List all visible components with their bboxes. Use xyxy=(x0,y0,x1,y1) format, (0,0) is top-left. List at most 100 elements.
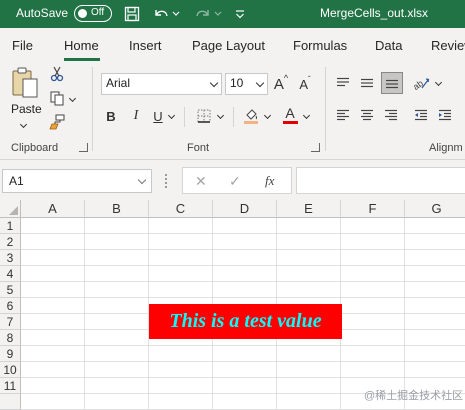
bottom-align-icon[interactable] xyxy=(381,72,403,94)
borders-dropdown-icon[interactable] xyxy=(216,111,225,120)
paste-label[interactable]: Paste xyxy=(11,102,42,116)
column-header-c[interactable]: C xyxy=(149,200,213,218)
copy-dropdown-icon[interactable] xyxy=(68,94,77,103)
fill-color-icon[interactable] xyxy=(242,105,260,127)
align-right-icon[interactable] xyxy=(381,105,401,125)
watermark: @稀土掘金技术社区 xyxy=(364,390,464,402)
row-header-11[interactable]: 11 xyxy=(0,378,21,394)
file-name: MergeCells_out.xlsx xyxy=(320,6,429,20)
tab-page-layout[interactable]: Page Layout xyxy=(192,38,265,53)
middle-align-icon[interactable] xyxy=(357,73,377,93)
name-box-value: A1 xyxy=(9,174,24,188)
orientation-icon[interactable]: ab xyxy=(410,73,432,93)
increase-font-size-button[interactable]: A ^ xyxy=(271,73,291,95)
formula-buttons: ✕ ✓ fx xyxy=(182,167,292,194)
caret-up-icon: ^ xyxy=(283,73,289,83)
merged-cell[interactable]: This is a test value xyxy=(149,304,342,339)
top-align-icon[interactable] xyxy=(333,73,353,93)
font-size-select[interactable]: 10 xyxy=(225,73,268,95)
row-header-6[interactable]: 6 xyxy=(0,298,21,314)
clipboard-group-label: Clipboard xyxy=(11,142,59,154)
row-header-9[interactable]: 9 xyxy=(0,346,21,362)
borders-icon[interactable] xyxy=(195,106,213,126)
shrink-font-glyph: A xyxy=(299,76,308,92)
insert-function-button[interactable]: fx xyxy=(265,173,274,189)
font-color-button[interactable]: A xyxy=(281,104,299,126)
tab-formulas[interactable]: Formulas xyxy=(293,38,347,53)
cut-icon[interactable] xyxy=(48,65,66,83)
column-header-g[interactable]: G xyxy=(405,200,465,218)
row-header-8[interactable]: 8 xyxy=(0,330,21,346)
row-header-7[interactable]: 7 xyxy=(0,314,21,330)
formula-bar: A1 ✕ ✓ fx xyxy=(0,160,465,200)
tab-data[interactable]: Data xyxy=(375,38,402,53)
enter-icon[interactable]: ✓ xyxy=(229,173,241,190)
font-color-glyph: A xyxy=(285,105,295,121)
tab-file[interactable]: File xyxy=(12,38,33,53)
save-icon[interactable] xyxy=(121,3,143,25)
ribbon: Paste Clipboard Arial 10 A^ Aˇ B I U A xyxy=(0,61,465,160)
tab-home[interactable]: Home xyxy=(64,38,99,53)
divider xyxy=(184,107,185,127)
row-header-3[interactable]: 3 xyxy=(0,250,21,266)
row-header-12[interactable] xyxy=(0,394,21,410)
svg-text:ab: ab xyxy=(412,78,425,91)
row-header-5[interactable]: 5 xyxy=(0,282,21,298)
row-header-4[interactable]: 4 xyxy=(0,266,21,282)
formula-input[interactable] xyxy=(296,167,465,194)
select-all-icon xyxy=(9,206,18,215)
decrease-indent-icon[interactable] xyxy=(411,105,431,125)
italic-button[interactable]: I xyxy=(126,105,146,127)
resize-handle[interactable] xyxy=(165,174,167,188)
paste-dropdown-icon[interactable] xyxy=(19,120,28,129)
font-color-dropdown-icon[interactable] xyxy=(302,111,311,120)
select-all-button[interactable] xyxy=(0,200,21,218)
alignment-group-label: Alignm xyxy=(429,142,463,154)
orientation-dropdown-icon[interactable] xyxy=(434,78,443,87)
undo-dropdown-icon[interactable] xyxy=(170,3,182,25)
fill-color-dropdown-icon[interactable] xyxy=(263,111,272,120)
autosave-toggle[interactable]: Off xyxy=(74,5,112,22)
name-box[interactable]: A1 xyxy=(2,169,152,193)
grow-font-glyph: A xyxy=(273,75,284,93)
underline-button[interactable]: U xyxy=(150,105,166,127)
bold-button[interactable]: B xyxy=(101,105,121,127)
underline-dropdown-icon[interactable] xyxy=(167,111,176,120)
increase-indent-icon[interactable] xyxy=(435,105,455,125)
font-color-swatch xyxy=(282,121,298,124)
tab-insert[interactable]: Insert xyxy=(129,38,162,53)
paste-icon[interactable] xyxy=(8,65,42,101)
redo-dropdown-icon[interactable] xyxy=(212,3,224,25)
divider xyxy=(233,107,234,127)
align-center-icon[interactable] xyxy=(357,105,377,125)
row-header-10[interactable]: 10 xyxy=(0,362,21,378)
group-separator xyxy=(92,67,93,151)
column-header-e[interactable]: E xyxy=(277,200,341,218)
group-separator xyxy=(325,67,326,151)
clipboard-launcher-icon[interactable] xyxy=(79,143,88,152)
redo-icon[interactable] xyxy=(192,3,214,25)
title-bar: AutoSave Off MergeCells_out.xlsx xyxy=(0,0,465,28)
format-painter-icon[interactable] xyxy=(48,113,66,131)
copy-icon[interactable] xyxy=(48,89,66,107)
row-header-1[interactable]: 1 xyxy=(0,218,21,234)
autosave-state: Off xyxy=(91,7,105,18)
caret-down-icon: ˇ xyxy=(308,74,311,84)
column-header-b[interactable]: B xyxy=(85,200,149,218)
cancel-icon[interactable]: ✕ xyxy=(195,173,207,190)
font-launcher-icon[interactable] xyxy=(311,143,320,152)
tab-review[interactable]: Review xyxy=(431,38,465,53)
autosave-label: AutoSave xyxy=(16,6,69,20)
column-header-d[interactable]: D xyxy=(213,200,277,218)
row-header-2[interactable]: 2 xyxy=(0,234,21,250)
column-header-a[interactable]: A xyxy=(21,200,85,218)
undo-icon[interactable] xyxy=(150,3,172,25)
decrease-font-size-button[interactable]: Aˇ xyxy=(295,73,315,95)
chevron-down-icon xyxy=(255,78,265,88)
toggle-knob xyxy=(78,8,87,18)
align-left-icon[interactable] xyxy=(333,105,353,125)
column-header-f[interactable]: F xyxy=(341,200,405,218)
font-name-select[interactable]: Arial xyxy=(101,73,222,95)
ribbon-tabs: File Home Insert Page Layout Formulas Da… xyxy=(0,28,465,61)
customize-toolbar-icon[interactable] xyxy=(229,3,251,25)
